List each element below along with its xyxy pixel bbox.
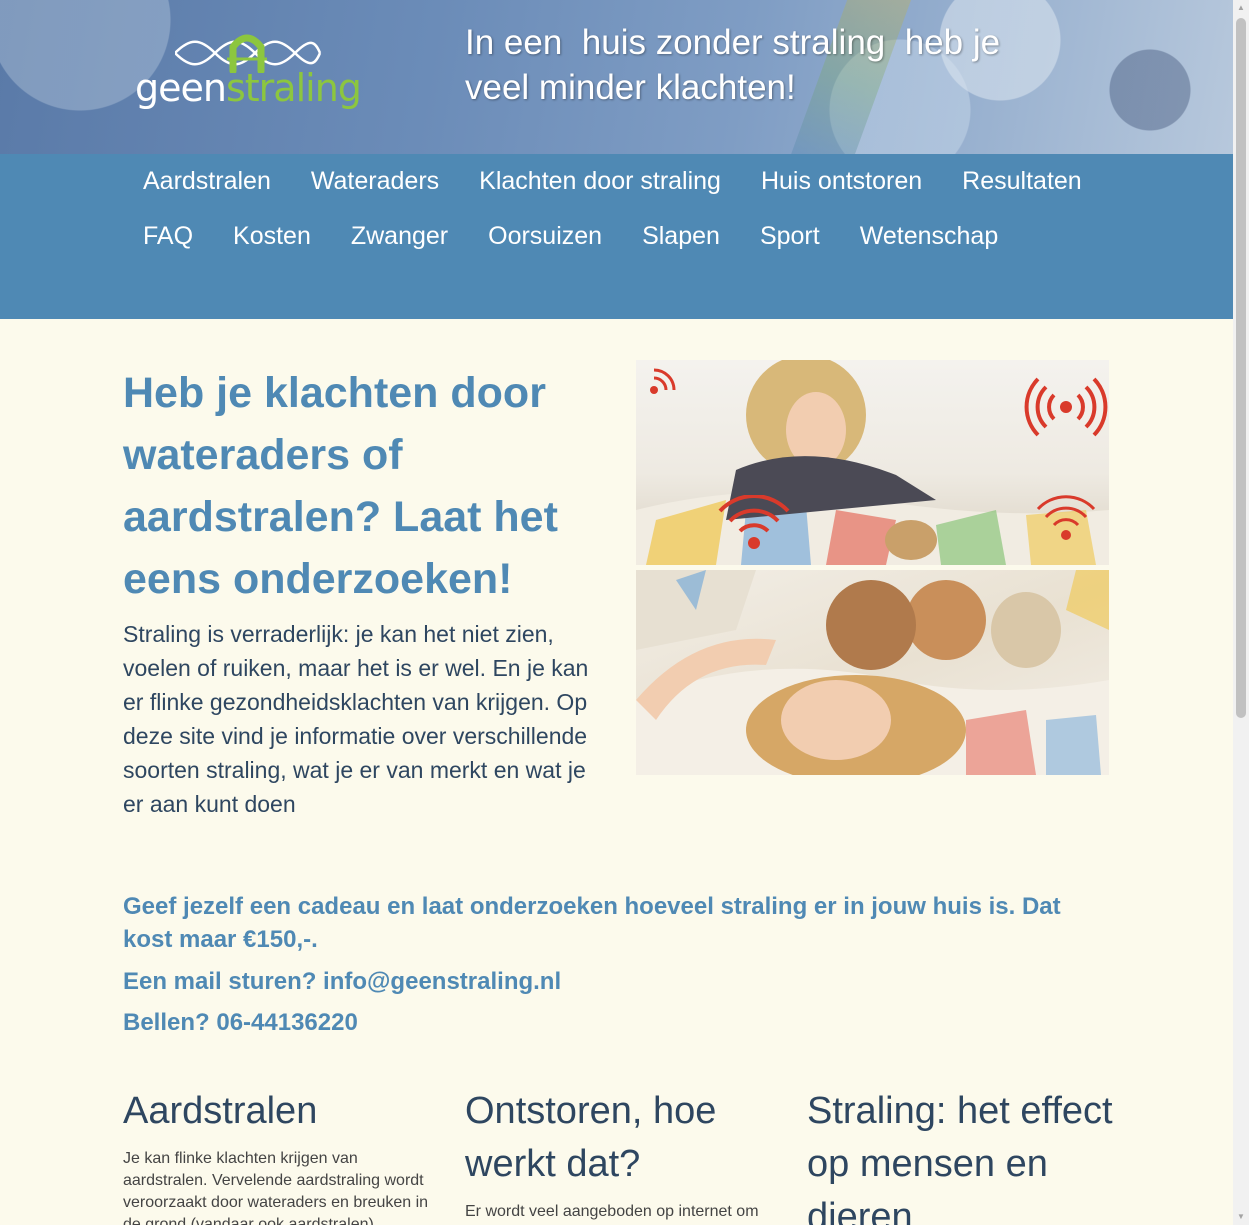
- intro-paragraph: Straling is verraderlijk: je kan het nie…: [123, 621, 589, 817]
- column-straling-effect: Straling: het effect op mensen en dieren: [807, 1085, 1117, 1225]
- mail-link[interactable]: Een mail sturen? info@geenstraling.nl: [123, 965, 1083, 998]
- nav-item-wetenschap[interactable]: Wetenschap: [860, 209, 999, 264]
- nav-item-wateraders[interactable]: Wateraders: [311, 154, 439, 209]
- photo-illustration-sleeping: [636, 570, 1109, 775]
- logo-text-straling: straling: [225, 66, 362, 110]
- site-logo[interactable]: geenstraling: [135, 33, 365, 115]
- hero-header: geenstraling In een huis zonder straling…: [0, 0, 1233, 154]
- scroll-down-arrow-icon[interactable]: ▼: [1233, 1209, 1249, 1225]
- nav-item-oorsuizen[interactable]: Oorsuizen: [488, 209, 602, 264]
- column-text: Je kan flinke klachten krijgen van aards…: [123, 1150, 429, 1225]
- photo-child-sitting-in-bed: [636, 360, 1109, 565]
- nav-item-slapen[interactable]: Slapen: [642, 209, 720, 264]
- column-text: Er wordt veel aangeboden op internet om: [465, 1203, 759, 1220]
- vertical-scrollbar[interactable]: ▲ ▼: [1233, 0, 1249, 1225]
- page-headline: Heb je klachten door wateraders of aards…: [123, 369, 558, 603]
- nav-item-faq[interactable]: FAQ: [143, 209, 193, 264]
- phone-link[interactable]: Bellen? 06-44136220: [123, 1006, 1083, 1039]
- header-tagline: In een huis zonder straling heb je veel …: [465, 23, 1001, 107]
- scroll-up-arrow-icon[interactable]: ▲: [1233, 0, 1249, 16]
- radiation-signal-icon: [650, 368, 676, 394]
- nav-item-klachten-door-straling[interactable]: Klachten door straling: [479, 154, 721, 209]
- radiation-signal-icon: [1024, 377, 1108, 437]
- radiation-signal-icon: [1036, 495, 1096, 540]
- logo-wordmark: geenstraling: [135, 66, 362, 110]
- logo-text-geen: geen: [135, 66, 227, 110]
- main-navigation: Aardstralen Wateraders Klachten door str…: [0, 154, 1233, 319]
- column-ontstoren: Ontstoren, hoe werkt dat? Er wordt veel …: [465, 1085, 775, 1223]
- column-title[interactable]: Straling: het effect op mensen en dieren: [807, 1085, 1117, 1225]
- nav-item-zwanger[interactable]: Zwanger: [351, 209, 448, 264]
- photo-child-sleeping: [636, 570, 1109, 775]
- offer-text: Geef jezelf een cadeau en laat onderzoek…: [123, 893, 1061, 953]
- nav-item-aardstralen[interactable]: Aardstralen: [143, 154, 271, 209]
- nav-item-resultaten[interactable]: Resultaten: [962, 154, 1082, 209]
- nav-item-huis-ontstoren[interactable]: Huis ontstoren: [761, 154, 922, 209]
- scrollbar-thumb[interactable]: [1236, 18, 1246, 718]
- nav-item-kosten[interactable]: Kosten: [233, 209, 311, 264]
- column-title[interactable]: Ontstoren, hoe werkt dat?: [465, 1085, 775, 1191]
- radiation-signal-icon: [718, 495, 790, 549]
- nav-item-sport[interactable]: Sport: [760, 209, 820, 264]
- column-aardstralen: Aardstralen Je kan flinke klachten krijg…: [123, 1085, 433, 1225]
- column-title[interactable]: Aardstralen: [123, 1085, 433, 1138]
